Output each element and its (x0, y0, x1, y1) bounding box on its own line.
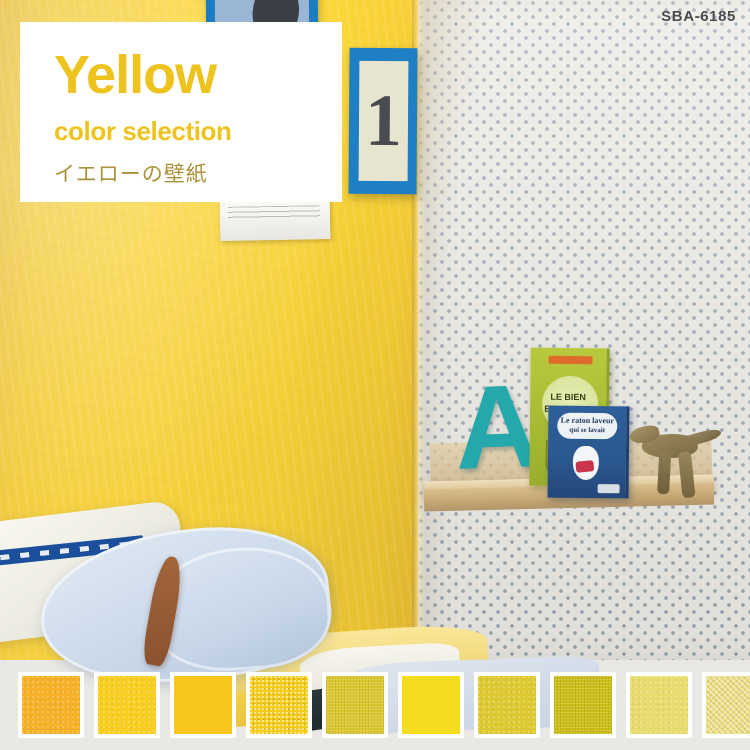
swatch-2-texture (98, 676, 156, 734)
book-green-banner (548, 355, 593, 365)
book-blue-title-line1: Le raton laveur (560, 415, 615, 426)
dinosaur-leg-back (677, 451, 696, 499)
page-title: Yellow (54, 45, 217, 105)
swatch-10[interactable] (702, 672, 750, 738)
wallpaper-product-banner: 1 A LE BIEN ET LE MAL Le raton laveur qu… (0, 0, 750, 750)
swatch-7-texture (478, 676, 536, 734)
paper-text-lines (227, 205, 321, 221)
felt-letter-a: A (452, 360, 543, 496)
swatch-5[interactable] (322, 672, 388, 738)
swatch-3[interactable] (170, 672, 236, 738)
caption-card: Yellow color selection イエローの壁紙 (20, 22, 342, 202)
swatch-8[interactable] (550, 672, 616, 738)
swatch-9-texture (630, 676, 688, 734)
swatch-4[interactable] (246, 672, 312, 738)
color-swatch-strip (0, 660, 750, 750)
poster-numeral: 1 (364, 79, 403, 163)
book-blue-publisher-logo (597, 484, 620, 494)
swatch-6-texture (402, 676, 460, 734)
page-title-japanese: イエローの壁紙 (54, 162, 208, 186)
book-blue-title-line2: qui se lavait (569, 425, 606, 435)
dinosaur-figurine (627, 423, 723, 503)
book-blue-character-art (572, 445, 600, 481)
swatch-6[interactable] (398, 672, 464, 738)
frame-mat: 1 (358, 60, 409, 182)
book-blue: Le raton laveur qui se lavait (547, 405, 630, 499)
page-subtitle: color selection (54, 116, 232, 146)
product-code: SBA-6185 (661, 8, 736, 25)
swatch-5-texture (326, 676, 384, 734)
swatch-4-texture (250, 676, 308, 734)
blue-picture-frame-number: 1 (348, 47, 418, 195)
swatch-1[interactable] (18, 672, 84, 738)
dinosaur-leg-front (657, 451, 672, 495)
swatch-3-texture (174, 676, 232, 734)
book-green-title-line1: LE BIEN (550, 391, 587, 403)
swatch-7[interactable] (474, 672, 540, 738)
felt-letter-glyph: A (452, 360, 543, 496)
swatch-1-texture (22, 676, 80, 734)
dotted-wallpaper-wall (418, 0, 750, 660)
swatch-8-texture (554, 676, 612, 734)
swatch-10-texture (706, 676, 750, 734)
swatch-2[interactable] (94, 672, 160, 738)
swatch-9[interactable] (626, 672, 692, 738)
